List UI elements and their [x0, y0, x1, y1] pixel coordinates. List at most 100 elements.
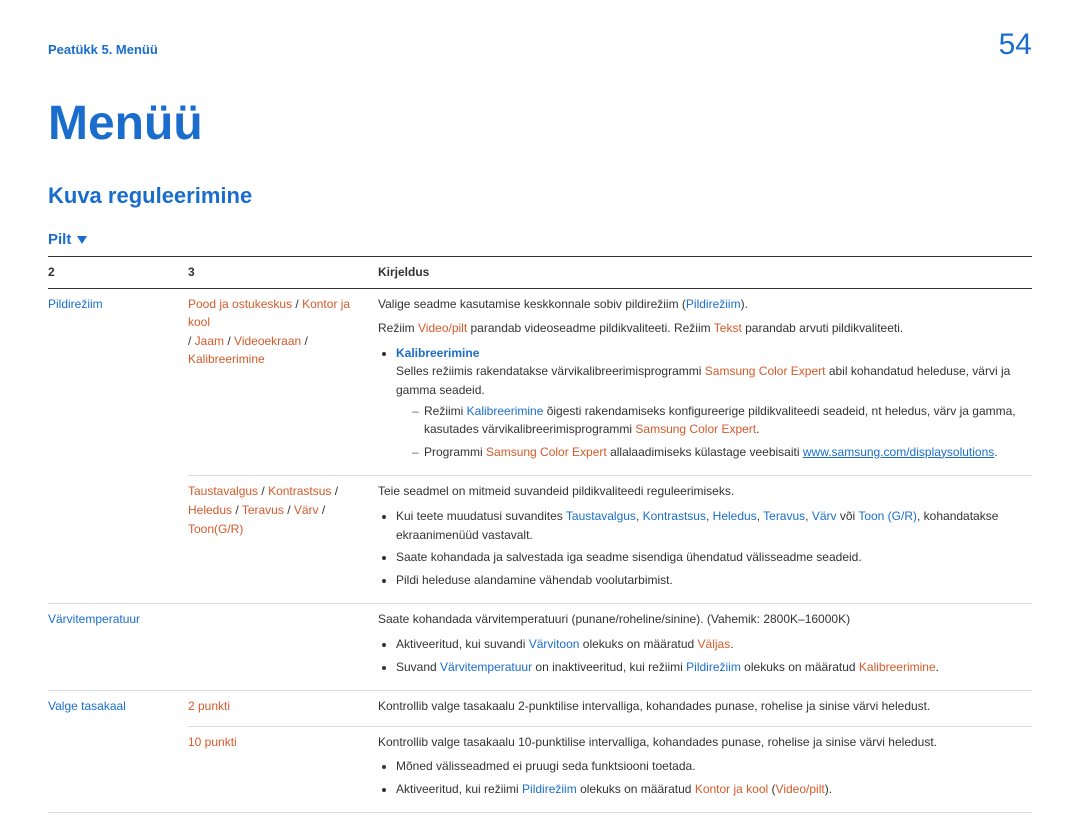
term: Kalibreerimine: [396, 346, 479, 360]
term: Kalibreerimine: [188, 352, 265, 366]
text: olekuks on määratud: [579, 637, 697, 651]
term: Pildirežiim: [686, 660, 741, 674]
table-row: 10 punkti Kontrollib valge tasakaalu 10-…: [48, 726, 1032, 813]
settings-table: 2 3 Kirjeldus Pildirežiim Pood ja ostuke…: [48, 256, 1032, 813]
text: parandab arvuti pildikvaliteeti.: [742, 321, 903, 335]
cell-2punkti: 2 punkti: [188, 691, 378, 727]
text: Režiim: [378, 321, 418, 335]
term: Kontrastsus: [268, 484, 331, 498]
text: Saate kohandada värvitemperatuuri (punan…: [378, 610, 1026, 629]
table-row: Pildirežiim Pood ja ostukeskus / Kontor …: [48, 288, 1032, 476]
text: Suvand: [396, 660, 440, 674]
term: Jaam: [195, 334, 224, 348]
text: Aktiveeritud, kui režiimi: [396, 782, 522, 796]
term: Toon(G/R): [188, 522, 243, 536]
cell-varvitemp: Värvitemperatuur: [48, 604, 188, 691]
term: Värv: [294, 503, 319, 517]
text: parandab videoseadme pildikvaliteeti. Re…: [467, 321, 714, 335]
page-number: 54: [999, 28, 1032, 62]
term: Värvitemperatuur: [440, 660, 532, 674]
text: ).: [825, 782, 832, 796]
list-item: Mõned välisseadmed ei pruugi seda funkts…: [396, 757, 1026, 776]
cell-desc: Kontrollib valge tasakaalu 10-punktilise…: [378, 726, 1032, 813]
page-header: Peatükk 5. Menüü 54: [48, 28, 1032, 62]
term: Samsung Color Expert: [705, 364, 826, 378]
cell-desc: Saate kohandada värvitemperatuuri (punan…: [378, 604, 1032, 691]
term: Taustavalgus: [188, 484, 258, 498]
table-row: Valge tasakaal 2 punkti Kontrollib valge…: [48, 691, 1032, 727]
text: Režiimi: [424, 404, 467, 418]
subsection-label: Pilt: [48, 231, 71, 248]
cell-pildireziim: Pildirežiim: [48, 288, 188, 604]
text: Kontrollib valge tasakaalu 10-punktilise…: [378, 733, 1026, 752]
text: (: [768, 782, 775, 796]
list-item: Aktiveeritud, kui režiimi Pildirežiim ol…: [396, 780, 1026, 799]
text: on inaktiveeritud, kui režiimi: [532, 660, 686, 674]
text: Valige seadme kasutamise keskkonnale sob…: [378, 297, 686, 311]
term: Kalibreerimine: [467, 404, 544, 418]
text: ,: [636, 509, 643, 523]
sep: /: [319, 503, 326, 517]
text: .: [994, 445, 997, 459]
list-item: Pildi heleduse alandamine vähendab voolu…: [396, 571, 1026, 590]
sep: /: [232, 503, 242, 517]
table-row: Taustavalgus / Kontrastsus / Heledus / T…: [48, 476, 1032, 604]
text: .: [756, 422, 759, 436]
term: Pood ja ostukeskus: [188, 297, 292, 311]
text: allalaadimiseks külastage veebisaiti: [607, 445, 803, 459]
triangle-down-icon: [77, 236, 87, 244]
term: Kontrastsus: [643, 509, 706, 523]
term: Värvitoon: [529, 637, 580, 651]
text: .: [730, 637, 733, 651]
term: Värv: [812, 509, 837, 523]
text: olekuks on määratud: [577, 782, 695, 796]
term: Teravus: [242, 503, 284, 517]
list-item: Saate kohandada ja salvestada iga seadme…: [396, 548, 1026, 567]
sep: /: [188, 334, 195, 348]
text: Programmi: [424, 445, 486, 459]
section-title: Kuva reguleerimine: [48, 183, 1032, 209]
text: ,: [805, 509, 812, 523]
text: Aktiveeritud, kui suvandi: [396, 637, 529, 651]
sep: /: [301, 334, 308, 348]
term: Väljas: [698, 637, 731, 651]
text: Selles režiimis rakendatakse värvikalibr…: [396, 364, 705, 378]
list-item: Režiimi Kalibreerimine õigesti rakendami…: [412, 402, 1026, 439]
cell-modes: Pood ja ostukeskus / Kontor ja kool / Ja…: [188, 288, 378, 476]
subsection-pilt: Pilt: [48, 231, 87, 248]
list-item: Programmi Samsung Color Expert allalaadi…: [412, 443, 1026, 462]
samsung-link[interactable]: www.samsung.com/displaysolutions: [803, 445, 994, 459]
cell-empty: [188, 604, 378, 691]
chapter-label: Peatükk 5. Menüü: [48, 42, 158, 57]
term: Pildirežiim: [522, 782, 577, 796]
term: Heledus: [188, 503, 232, 517]
term: Teravus: [763, 509, 805, 523]
th-desc: Kirjeldus: [378, 257, 1032, 289]
sep: /: [292, 297, 302, 311]
term: Taustavalgus: [566, 509, 636, 523]
list-item: Kalibreerimine Selles režiimis rakendata…: [396, 344, 1026, 462]
cell-adjust-terms: Taustavalgus / Kontrastsus / Heledus / T…: [188, 476, 378, 604]
term: Tekst: [714, 321, 742, 335]
th-col2: 2: [48, 257, 188, 289]
text: Kui teete muudatusi suvandites: [396, 509, 566, 523]
cell-10punkti: 10 punkti: [188, 726, 378, 813]
sep: /: [284, 503, 294, 517]
term: Pildirežiim: [686, 297, 741, 311]
cell-valgetasakaal: Valge tasakaal: [48, 691, 188, 813]
term: Kalibreerimine: [859, 660, 936, 674]
cell-desc: Teie seadmel on mitmeid suvandeid pildik…: [378, 476, 1032, 604]
text: või: [837, 509, 859, 523]
term: Samsung Color Expert: [635, 422, 756, 436]
term: Toon (G/R): [858, 509, 917, 523]
text: Teie seadmel on mitmeid suvandeid pildik…: [378, 482, 1026, 501]
text: ,: [706, 509, 713, 523]
term: Heledus: [713, 509, 757, 523]
term: Videoekraan: [234, 334, 301, 348]
term: Video/pilt: [776, 782, 825, 796]
text: olekuks on määratud: [741, 660, 859, 674]
term: Samsung Color Expert: [486, 445, 607, 459]
page-title: Menüü: [48, 96, 1032, 151]
sep: /: [224, 334, 234, 348]
table-row: Värvitemperatuur Saate kohandada värvite…: [48, 604, 1032, 691]
